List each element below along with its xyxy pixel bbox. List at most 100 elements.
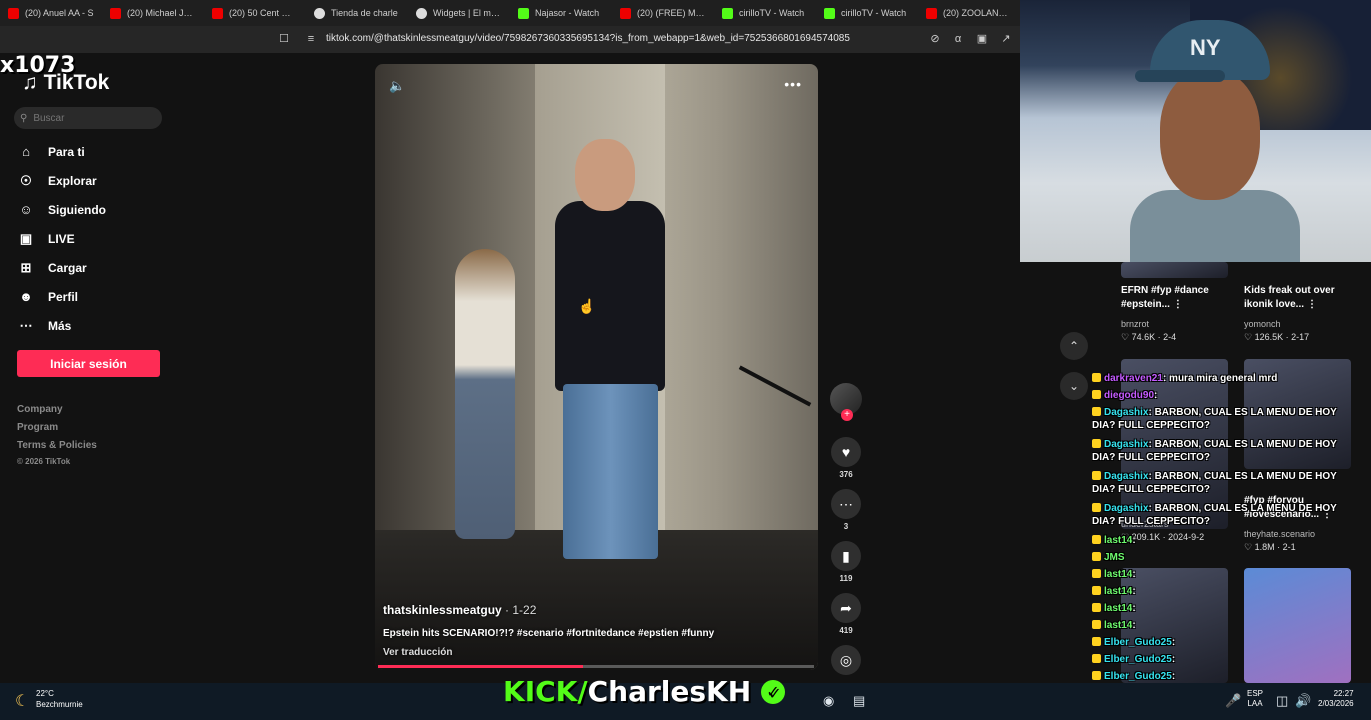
sound-disc-button[interactable]: ◎	[826, 645, 866, 675]
browser-tab[interactable]: cirilloTV - Watch	[816, 7, 918, 19]
login-button[interactable]: Iniciar sesión	[17, 350, 160, 377]
volume-icon[interactable]: 🔈	[389, 78, 405, 94]
chat-badge-icon	[1092, 586, 1101, 595]
video-date: · 1-22	[501, 603, 537, 617]
footer-link[interactable]: Terms & Policies	[17, 440, 97, 451]
tab-title: cirilloTV - Watch	[739, 8, 805, 18]
search-icon: ⚲	[20, 112, 28, 124]
chat-username[interactable]: Elber_Gudo25	[1104, 671, 1172, 682]
speaker-icon[interactable]: 🔊	[1295, 693, 1311, 709]
browser-tab[interactable]: (20) 50 Cent Man	[204, 7, 306, 19]
chat-text: : BARBON, CUAL ES LA MENU DE HOY	[1148, 407, 1337, 418]
share-icon[interactable]: ↗	[999, 32, 1013, 46]
save-button[interactable]: ▮ 119	[826, 541, 866, 583]
sidebar-item-upload[interactable]: ⊞ Cargar	[18, 260, 87, 276]
browser-tab[interactable]: Tienda de charle	[306, 7, 408, 19]
recommendation-title[interactable]: EFRN #fyp #dance #epstein... ⋮	[1121, 284, 1233, 312]
chat-username[interactable]: last14	[1104, 535, 1132, 546]
avatar[interactable]: +	[830, 383, 862, 421]
sidebar-item-following[interactable]: ☺ Siguiendo	[18, 202, 106, 218]
sidebar-item-compass[interactable]: ☉ Explorar	[18, 173, 97, 189]
more-options-icon[interactable]: ⋮	[1307, 299, 1317, 310]
system-clock[interactable]: 22:27 2/03/2026	[1318, 689, 1354, 709]
site-settings-icon[interactable]: ≡	[304, 32, 318, 46]
search-input[interactable]	[33, 112, 144, 124]
browser-tab[interactable]: (20) (FREE) MF D	[612, 7, 714, 19]
comment-count: 3	[843, 522, 849, 531]
moon-weather-icon[interactable]: ☾	[15, 691, 29, 711]
scroll-down-button[interactable]: ⌄	[1060, 372, 1088, 400]
chat-text: :	[1132, 620, 1136, 631]
author-avatar-button[interactable]: +	[826, 383, 866, 421]
chat-username[interactable]: Dagashix	[1104, 439, 1148, 450]
chat-text: :	[1171, 654, 1176, 665]
more-options-icon[interactable]: •••	[784, 76, 802, 92]
sidebar-item-label: Cargar	[48, 261, 87, 275]
chat-username[interactable]: diegodu90	[1104, 390, 1154, 401]
chat-username[interactable]: Dagashix	[1104, 407, 1148, 418]
browser-tab[interactable]: Widgets | El mejo	[408, 7, 510, 19]
footer-link[interactable]: Program	[17, 422, 58, 433]
stair-railing	[738, 365, 812, 407]
kick-word: KICK/	[503, 675, 588, 708]
recommendation-author[interactable]: yomonch	[1244, 319, 1281, 329]
search-box[interactable]: ⚲	[14, 107, 162, 129]
chat-username[interactable]: last14	[1104, 569, 1132, 580]
chat-message: Elber_Gudo25:	[1092, 670, 1175, 683]
tab-title: (20) 50 Cent Man	[229, 8, 298, 18]
video-author[interactable]: thatskinlessmeatguy · 1-22	[383, 603, 536, 617]
chat-message: last14:	[1092, 534, 1136, 547]
chat-username[interactable]: Dagashix	[1104, 471, 1148, 482]
upload-icon: ⊞	[20, 260, 32, 275]
footer-link[interactable]: Company	[17, 404, 63, 415]
home-icon: ⌂	[22, 144, 30, 159]
chat-username[interactable]: Elber_Gudo25	[1104, 637, 1172, 648]
browser-tab[interactable]: cirilloTV - Watch	[714, 7, 816, 19]
chat-username[interactable]: darkraven21	[1104, 373, 1163, 384]
chat-username[interactable]: last14	[1104, 586, 1132, 597]
browser-tab[interactable]: Najasor - Watch	[510, 7, 612, 19]
eye-off-icon[interactable]: ⊘	[928, 32, 942, 46]
chat-message: last14:	[1092, 568, 1136, 581]
language-indicator[interactable]: ESP LAA	[1247, 689, 1263, 709]
sidebar-item-live[interactable]: ▣ LIVE	[18, 231, 75, 247]
app-icon[interactable]: ◉	[823, 693, 834, 709]
scroll-up-button[interactable]: ⌃	[1060, 332, 1088, 360]
chat-text: : BARBON, CUAL ES LA MENU DE HOY	[1148, 471, 1337, 482]
video-player[interactable]: 🔈 ••• thatskinlessmeatguy · 1-22 Epstein…	[375, 64, 818, 670]
tab-title: (20) Michael Jack	[127, 8, 196, 18]
share-button[interactable]: ➦ 419	[826, 593, 866, 635]
browser-tab[interactable]: (20) Anuel AA - S	[0, 7, 102, 19]
sidebar-item-profile[interactable]: ☻ Perfil	[18, 289, 78, 305]
screen-icon[interactable]: ▣	[975, 32, 989, 46]
recommendation-title[interactable]: Kids freak out over ikonik love... ⋮	[1244, 284, 1356, 312]
video-progress-bar[interactable]	[378, 665, 814, 668]
more-options-icon[interactable]: ⋮	[1173, 299, 1183, 310]
chat-username[interactable]: Elber_Gudo25	[1104, 654, 1172, 665]
video-thumbnail[interactable]	[1121, 262, 1228, 278]
youtube-icon	[620, 7, 631, 19]
browser-tab[interactable]: (20) Michael Jack	[102, 7, 204, 19]
chat-username[interactable]: last14	[1104, 620, 1132, 631]
profile-icon: ☻	[19, 289, 33, 304]
chat-badge-icon	[1092, 503, 1101, 512]
notepad-icon[interactable]: ▤	[853, 693, 865, 709]
comment-button[interactable]: ⋯ 3	[826, 489, 866, 531]
sidebar-item-more[interactable]: ⋯ Más	[18, 318, 72, 334]
chat-username[interactable]: last14	[1104, 603, 1132, 614]
browser-tab[interactable]: (20) ZOOLANDER	[918, 7, 1020, 19]
chat-username[interactable]: Dagashix	[1104, 503, 1148, 514]
see-translation-link[interactable]: Ver traducción	[383, 647, 452, 658]
browser-address-bar: ☐ ≡ tiktok.com/@thatskinlessmeatguy/vide…	[0, 26, 1020, 53]
recommendation-stats: ♡ 74.6K · 2-4	[1121, 332, 1177, 342]
url-text[interactable]: tiktok.com/@thatskinlessmeatguy/video/75…	[326, 33, 850, 44]
bookmark-icon[interactable]: ☐	[277, 32, 291, 46]
sidebar-item-home[interactable]: ⌂ Para ti	[18, 144, 85, 160]
network-icon[interactable]: ◫	[1276, 693, 1288, 709]
chat-username[interactable]: JMS	[1104, 552, 1125, 563]
translate-icon[interactable]: α	[951, 32, 965, 46]
recommendation-author[interactable]: brnzrot	[1121, 319, 1149, 329]
follow-plus-icon[interactable]: +	[841, 409, 853, 421]
microphone-icon[interactable]: 🎤	[1225, 693, 1241, 709]
like-button[interactable]: ♥ 376	[826, 437, 866, 479]
